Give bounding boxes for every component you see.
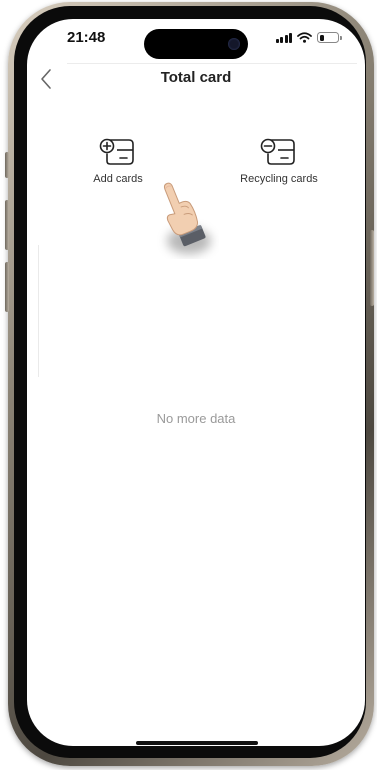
pointing-hand-icon xyxy=(163,182,211,254)
status-icons xyxy=(275,32,342,43)
battery-icon xyxy=(317,32,342,43)
cellular-signal-icon xyxy=(275,32,292,43)
remove-card-icon xyxy=(260,138,295,165)
recycling-cards-button[interactable]: Recycling cards xyxy=(219,137,339,185)
add-card-icon xyxy=(99,138,134,165)
volume-up-button xyxy=(5,200,9,250)
volume-down-button xyxy=(5,262,9,312)
content-divider xyxy=(38,245,39,377)
wifi-icon xyxy=(297,32,312,43)
empty-state-text: No more data xyxy=(156,411,236,426)
dynamic-island xyxy=(144,29,248,59)
status-time: 21:48 xyxy=(67,29,106,46)
power-button xyxy=(370,230,374,306)
nav-bar: Total card xyxy=(27,63,365,99)
recycling-cards-label: Recycling cards xyxy=(240,173,318,185)
battery-fill xyxy=(319,34,325,41)
status-bar: 21:48 xyxy=(27,19,365,63)
action-button xyxy=(5,152,9,178)
home-indicator[interactable] xyxy=(136,741,258,745)
front-camera-icon xyxy=(228,38,240,50)
page-title: Total card xyxy=(160,69,232,86)
app-screen: 21:48 Total card Add cards Recycling car… xyxy=(27,19,365,746)
